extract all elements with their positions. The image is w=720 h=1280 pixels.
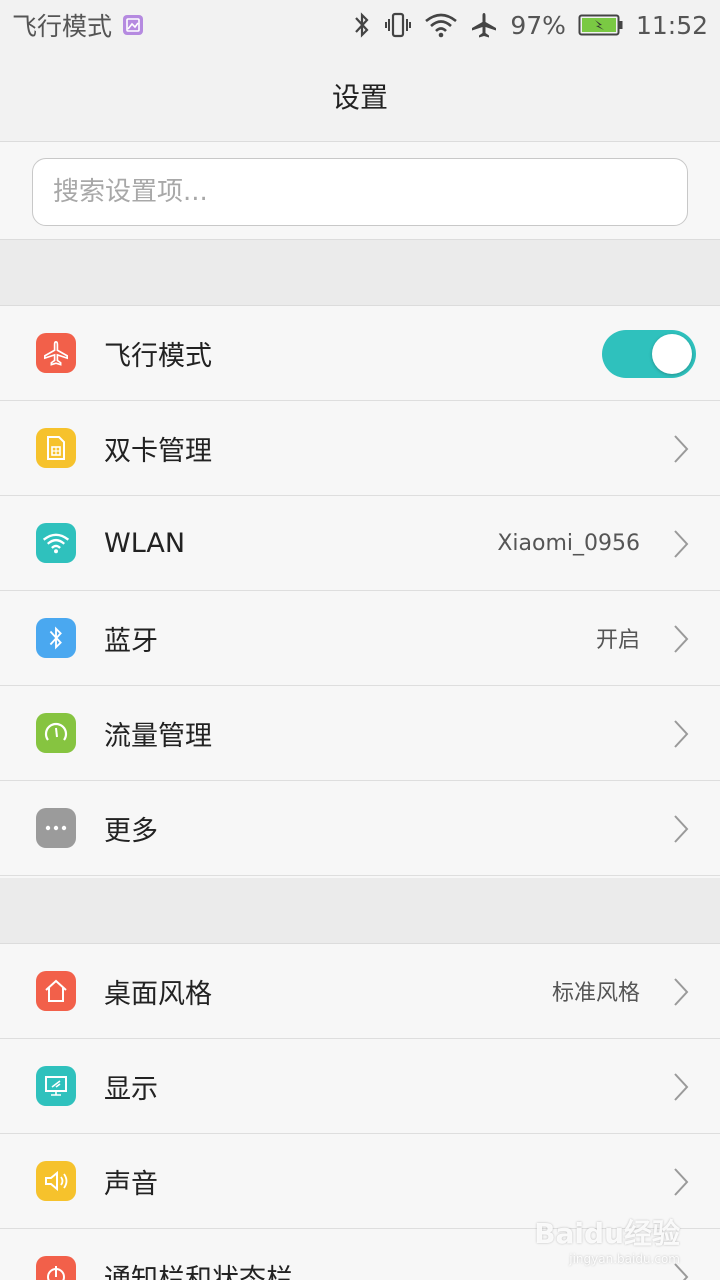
display-icon [36,1066,76,1106]
settings-item-value: 标准风格 [551,981,640,1006]
search-section [0,143,720,240]
bluetooth-icon [36,618,76,658]
settings-item-label: 流量管理 [104,720,212,752]
settings-item-label: 更多 [104,815,158,847]
toggle-knob [652,334,692,374]
settings-item-label: 声音 [104,1168,158,1200]
chevron-right-icon [670,433,692,465]
search-box[interactable] [32,158,688,226]
settings-item-label: 双卡管理 [104,435,212,467]
settings-item-more[interactable]: 更多 [0,781,720,876]
baidu-watermark: Baidu经验 jingyan.baidu.com [534,1212,680,1266]
airplane-mode-toggle[interactable] [602,330,696,378]
settings-item-data-usage[interactable]: 流量管理 [0,686,720,781]
settings-item-dual-sim[interactable]: 双卡管理 [0,401,720,496]
app-bar: 设置 [0,50,720,142]
search-input[interactable] [53,177,667,207]
battery-charging-icon [578,13,624,37]
settings-item-label: 桌面风格 [104,978,212,1010]
section-divider [0,240,720,306]
watermark-url: jingyan.baidu.com [569,1252,680,1266]
watermark-logo-text: Baidu经验 [534,1217,680,1250]
more-dots-icon [36,808,76,848]
data-usage-icon [36,713,76,753]
bluetooth-status-icon [352,11,372,39]
settings-item-airplane-mode[interactable]: 飞行模式 [0,306,720,401]
status-time: 11:52 [635,10,708,40]
settings-item-display[interactable]: 显示 [0,1039,720,1134]
battery-percent: 97% [510,10,566,40]
wifi-status-icon [424,12,458,38]
settings-item-label: 显示 [104,1073,158,1105]
gallery-notification-icon [122,14,144,36]
airplane-status-icon [470,11,498,39]
settings-group-connectivity: 飞行模式 双卡管理 WLAN Xiaomi_0956 蓝牙 开启 流量管理 更多 [0,306,720,876]
chevron-right-icon [670,1166,692,1198]
settings-item-label: WLAN [104,527,186,559]
chevron-right-icon [670,718,692,750]
sim-card-icon [36,428,76,468]
page-title: 设置 [331,80,388,114]
vibrate-status-icon [384,11,412,39]
settings-item-value: 开启 [595,628,640,653]
chevron-right-icon [670,528,692,560]
status-bar: 飞行模式 97% 11:52 [0,0,720,50]
chevron-right-icon [670,1071,692,1103]
chevron-right-icon [670,976,692,1008]
settings-item-label: 飞行模式 [104,340,212,372]
settings-item-launcher-style[interactable]: 桌面风格 标准风格 [0,944,720,1039]
home-icon [36,971,76,1011]
airplane-icon [36,333,76,373]
speaker-icon [36,1161,76,1201]
status-airplane-mode-text: 飞行模式 [12,12,113,41]
wifi-icon [36,523,76,563]
chevron-right-icon [670,623,692,655]
section-divider [0,878,720,944]
settings-item-wlan[interactable]: WLAN Xiaomi_0956 [0,496,720,591]
settings-item-value: Xiaomi_0956 [497,530,640,556]
settings-item-label: 蓝牙 [104,625,158,657]
notification-icon [36,1256,76,1280]
settings-item-label: 通知栏和状态栏 [104,1263,293,1280]
settings-item-bluetooth[interactable]: 蓝牙 开启 [0,591,720,686]
chevron-right-icon [670,813,692,845]
